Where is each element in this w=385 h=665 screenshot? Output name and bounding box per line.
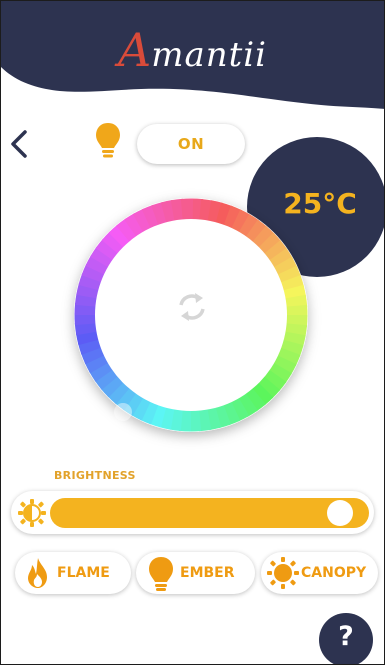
brightness-label: BRIGHTNESS [54, 469, 136, 482]
flame-mode-button[interactable]: FLAME [15, 552, 131, 594]
flame-icon [28, 558, 47, 588]
power-state-label: ON [177, 135, 205, 153]
back-button[interactable] [7, 124, 33, 164]
help-button[interactable]: ? [319, 613, 373, 664]
refresh-icon[interactable] [176, 289, 208, 325]
canopy-mode-button[interactable]: CANOPY [261, 552, 378, 594]
power-toggle-button[interactable]: ON [137, 124, 245, 164]
app-screen: Amantii ON 25°C BRIGHTNESS FLAME EMBER C… [0, 0, 385, 665]
brand-initial: A [117, 23, 152, 77]
color-wheel-handle[interactable] [114, 403, 132, 421]
half-sun-icon [18, 499, 46, 527]
flame-mode-label: FLAME [57, 565, 110, 581]
ember-mode-button[interactable]: EMBER [136, 552, 255, 594]
brightness-slider-handle[interactable] [326, 500, 353, 526]
brand-name: mantii [151, 35, 268, 75]
sun-icon [267, 557, 299, 589]
help-label: ? [338, 620, 354, 652]
ember-mode-label: EMBER [180, 565, 235, 581]
brightness-slider-track[interactable] [50, 498, 369, 528]
lightbulb-icon [96, 123, 120, 158]
brand-logo: Amantii [1, 23, 384, 77]
chevron-left-icon [11, 130, 27, 158]
lightbulb-icon [149, 557, 173, 591]
canopy-mode-label: CANOPY [301, 565, 367, 581]
